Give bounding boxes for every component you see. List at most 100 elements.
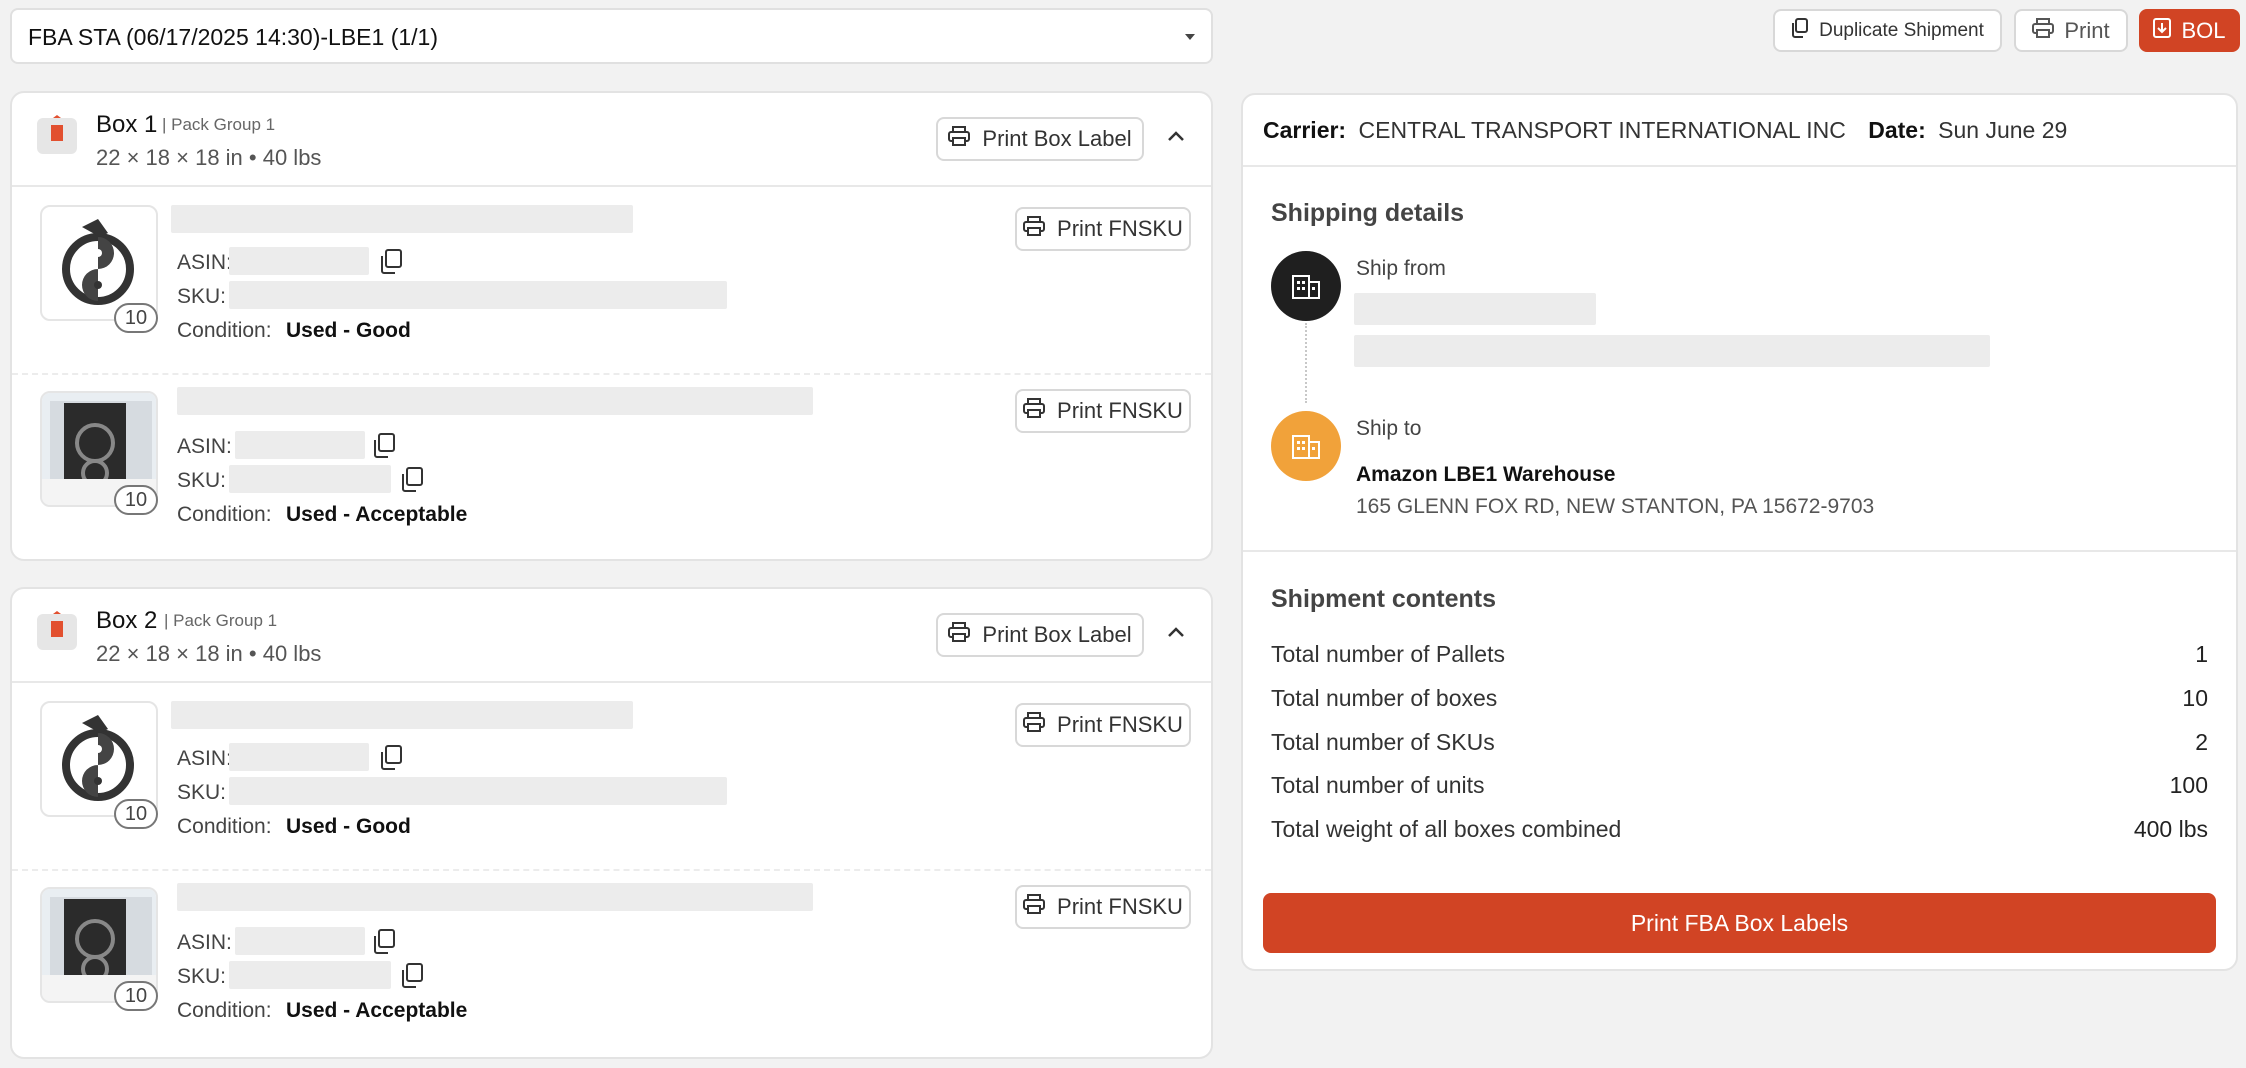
carrier-divider bbox=[1243, 165, 2236, 167]
summary-label-pallets: Total number of Pallets bbox=[1271, 641, 1505, 667]
asin-placeholder bbox=[235, 927, 365, 955]
printer-icon bbox=[1023, 398, 1046, 424]
shipment-details-card: Carrier: CENTRAL TRANSPORT INTERNATIONAL… bbox=[1241, 93, 2238, 971]
print-box-label-text: Print Box Label bbox=[982, 126, 1132, 151]
condition-value: Used - Acceptable bbox=[286, 503, 468, 526]
date-label: Date: bbox=[1868, 117, 1926, 143]
list-item: 10 ASIN: SKU: Condition: Used - Acceptab… bbox=[12, 375, 1211, 559]
asin-label: ASIN: bbox=[177, 435, 232, 458]
copy-icon[interactable] bbox=[372, 433, 396, 459]
condition-value: Used - Acceptable bbox=[286, 999, 468, 1022]
print-box-label-button[interactable]: Print Box Label bbox=[936, 613, 1144, 657]
box-dimensions: 22 × 18 × 18 in • 40 lbs bbox=[96, 145, 322, 170]
quantity-badge: 10 bbox=[114, 303, 158, 333]
collapse-chevron-icon[interactable] bbox=[1166, 625, 1186, 644]
summary-label-skus: Total number of SKUs bbox=[1271, 729, 1495, 755]
box-icon bbox=[36, 611, 78, 656]
copy-icon[interactable] bbox=[379, 745, 403, 771]
shipment-select[interactable]: FBA STA (06/17/2025 14:30)-LBE1 (1/1) bbox=[10, 8, 1213, 64]
asin-label: ASIN: bbox=[177, 747, 232, 770]
box-icon bbox=[36, 115, 78, 160]
print-fnsku-label: Print FNSKU bbox=[1057, 398, 1183, 423]
summary-value-boxes: 10 bbox=[2182, 685, 2208, 711]
pack-group-label: | Pack Group 1 bbox=[162, 115, 276, 134]
condition-label: Condition: bbox=[177, 503, 272, 526]
condition-value: Used - Good bbox=[286, 319, 411, 342]
copy-icon bbox=[1791, 17, 1809, 44]
quantity-badge: 10 bbox=[114, 981, 158, 1011]
box-title: Box 1 bbox=[96, 111, 158, 138]
copy-icon[interactable] bbox=[379, 249, 403, 275]
condition-label: Condition: bbox=[177, 319, 272, 342]
sku-placeholder bbox=[229, 465, 391, 493]
printer-icon bbox=[2032, 17, 2055, 44]
title-placeholder bbox=[171, 701, 633, 729]
download-icon bbox=[2153, 17, 2172, 44]
sku-placeholder bbox=[229, 281, 727, 309]
shipping-divider bbox=[1243, 550, 2236, 552]
summary-value-pallets: 1 bbox=[2195, 641, 2208, 667]
print-fnsku-label: Print FNSKU bbox=[1057, 894, 1183, 919]
shipment-select-value: FBA STA (06/17/2025 14:30)-LBE1 (1/1) bbox=[28, 24, 438, 50]
ship-from-address-placeholder bbox=[1354, 335, 1990, 367]
ship-from-name-placeholder bbox=[1354, 293, 1596, 325]
summary-label-weight: Total weight of all boxes combined bbox=[1271, 816, 1622, 842]
print-box-label-text: Print Box Label bbox=[982, 622, 1132, 647]
printer-icon bbox=[1023, 712, 1046, 738]
summary-value-units: 100 bbox=[2169, 772, 2208, 798]
condition-label: Condition: bbox=[177, 999, 272, 1022]
printer-icon bbox=[1023, 894, 1046, 920]
sku-label: SKU: bbox=[177, 965, 227, 988]
print-fnsku-label: Print FNSKU bbox=[1057, 712, 1183, 737]
asin-placeholder bbox=[229, 247, 369, 275]
shipment-contents-title: Shipment contents bbox=[1271, 585, 1497, 613]
carrier-label: Carrier: bbox=[1263, 117, 1347, 143]
copy-icon[interactable] bbox=[372, 929, 396, 955]
duplicate-shipment-label: Duplicate Shipment bbox=[1819, 19, 1984, 41]
summary-label-boxes: Total number of boxes bbox=[1271, 685, 1498, 711]
title-placeholder bbox=[171, 205, 633, 233]
print-fba-box-labels-button[interactable]: Print FBA Box Labels bbox=[1263, 893, 2216, 953]
print-fba-box-labels-label: Print FBA Box Labels bbox=[1630, 909, 1849, 936]
duplicate-shipment-button[interactable]: Duplicate Shipment bbox=[1773, 9, 2002, 52]
copy-icon[interactable] bbox=[400, 963, 424, 989]
caret-down-icon bbox=[1183, 30, 1197, 49]
print-box-label-button[interactable]: Print Box Label bbox=[936, 117, 1144, 161]
route-connector bbox=[1305, 323, 1307, 403]
ship-from-icon bbox=[1271, 251, 1341, 321]
bol-label: BOL bbox=[2181, 17, 2226, 43]
printer-icon bbox=[1023, 216, 1046, 242]
print-fnsku-button[interactable]: Print FNSKU bbox=[1015, 703, 1191, 747]
sku-label: SKU: bbox=[177, 781, 227, 804]
collapse-chevron-icon[interactable] bbox=[1166, 129, 1186, 148]
asin-placeholder bbox=[229, 743, 369, 771]
condition-value: Used - Good bbox=[286, 815, 411, 838]
pack-group-label: | Pack Group 1 bbox=[164, 611, 278, 630]
list-item: 10 ASIN: SKU: Condition: Used - Good Pri… bbox=[12, 187, 1211, 373]
asin-placeholder bbox=[235, 431, 365, 459]
printer-icon bbox=[948, 622, 971, 648]
sku-placeholder bbox=[229, 961, 391, 989]
ship-to-name: Amazon LBE1 Warehouse bbox=[1356, 463, 1616, 486]
bol-button[interactable]: BOL bbox=[2139, 9, 2240, 52]
carrier-value: CENTRAL TRANSPORT INTERNATIONAL INC bbox=[1358, 117, 1846, 143]
box-title: Box 2 bbox=[96, 607, 158, 634]
list-item: 10 ASIN: SKU: Condition: Used - Acceptab… bbox=[12, 871, 1211, 1057]
copy-icon[interactable] bbox=[400, 467, 424, 493]
summary-value-skus: 2 bbox=[2195, 729, 2208, 755]
print-fnsku-button[interactable]: Print FNSKU bbox=[1015, 207, 1191, 251]
ship-to-label: Ship to bbox=[1356, 417, 1422, 440]
asin-label: ASIN: bbox=[177, 931, 232, 954]
print-label: Print bbox=[2064, 17, 2110, 43]
carrier-row: Carrier: CENTRAL TRANSPORT INTERNATIONAL… bbox=[1263, 117, 2067, 144]
ship-from-label: Ship from bbox=[1356, 257, 1446, 280]
sku-label: SKU: bbox=[177, 285, 227, 308]
box-dimensions: 22 × 18 × 18 in • 40 lbs bbox=[96, 641, 322, 666]
ship-to-icon bbox=[1271, 411, 1341, 481]
print-fnsku-button[interactable]: Print FNSKU bbox=[1015, 885, 1191, 929]
print-button[interactable]: Print bbox=[2014, 9, 2128, 52]
sku-placeholder bbox=[229, 777, 727, 805]
condition-label: Condition: bbox=[177, 815, 272, 838]
print-fnsku-button[interactable]: Print FNSKU bbox=[1015, 389, 1191, 433]
date-value: Sun June 29 bbox=[1938, 117, 2068, 143]
